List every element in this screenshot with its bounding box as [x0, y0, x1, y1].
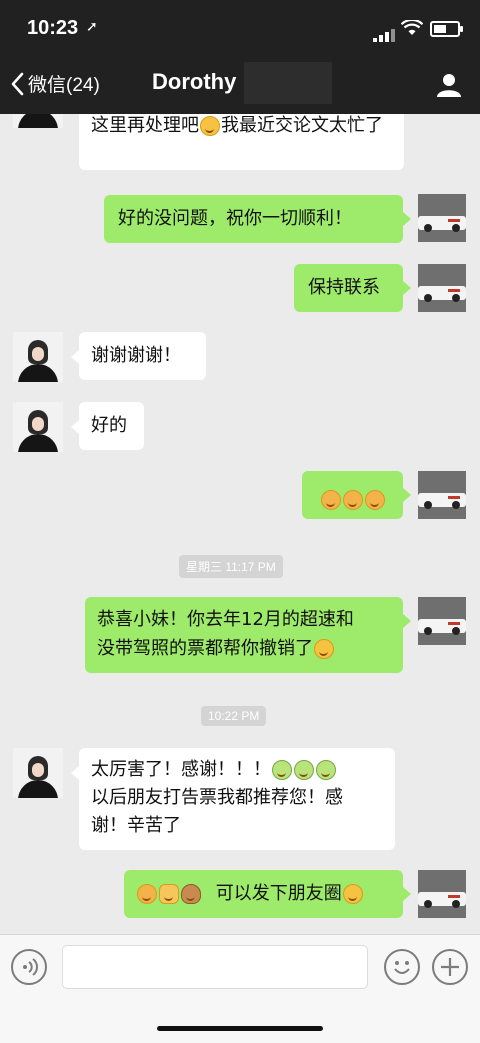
person-icon[interactable] — [436, 72, 462, 98]
status-time: 10:23 — [27, 17, 79, 39]
message-text: 保持联系 — [308, 277, 380, 298]
message-bubble-received[interactable]: 太厉害了！感谢！！！ 以后朋友打告票我都推荐您！感 谢！辛苦了 — [79, 748, 395, 850]
bow-emoji-icon — [137, 884, 157, 904]
voice-button[interactable] — [11, 949, 47, 985]
message-input[interactable] — [62, 945, 368, 989]
smile-emoji-icon — [342, 884, 363, 904]
message-bubble-sent[interactable]: 保持联系 — [294, 264, 403, 312]
poop-emoji-icon — [181, 884, 201, 904]
chevron-left-icon — [11, 72, 24, 95]
signal-icon — [373, 23, 397, 42]
avatar[interactable] — [418, 194, 466, 242]
chat-screen: 10:23 ➚ 微信(24) Dorothy 这里再处理吧 我最近交论文太忙了 … — [0, 0, 480, 1043]
message-text: 好的没问题，祝你一切顺利！ — [118, 208, 352, 229]
smile-emoji-icon — [314, 639, 334, 659]
message-text: 没带驾照的票都帮你撤销了 — [97, 638, 313, 659]
bubble-tail — [403, 212, 411, 226]
bubble-tail — [71, 350, 79, 364]
message-text: 谢！辛苦了 — [91, 815, 181, 836]
message-text: 恭喜小妹！你去年12月的超速和 — [97, 609, 354, 630]
laugh-emoji-icon — [200, 116, 220, 136]
redacted-area — [244, 62, 332, 104]
message-bubble-received[interactable]: 这里再处理吧 我最近交论文太忙了 — [79, 114, 404, 170]
input-bar — [0, 934, 480, 1043]
emoji-button[interactable] — [384, 949, 420, 985]
message-bubble-sent[interactable]: 可以发下朋友圈 — [124, 870, 403, 918]
header: 10:23 ➚ 微信(24) Dorothy — [0, 0, 480, 114]
thumbs-up-emoji-icon — [159, 884, 179, 904]
message-text: 谢谢谢谢！ — [91, 345, 181, 366]
voice-icon — [23, 958, 38, 976]
bubble-tail — [403, 614, 411, 628]
timestamp: 星期三 11:17 PM — [179, 555, 283, 578]
plus-button[interactable] — [432, 949, 468, 985]
avatar[interactable] — [418, 264, 466, 312]
avatar[interactable] — [13, 114, 63, 128]
avatar[interactable] — [418, 471, 466, 519]
bow-emoji-icon — [364, 490, 385, 510]
bow-emoji-icon — [320, 490, 341, 510]
chat-title: Dorothy — [152, 69, 237, 94]
money-face-emoji-icon — [316, 760, 336, 780]
message-bubble-sent[interactable]: 恭喜小妹！你去年12月的超速和 没带驾照的票都帮你撤销了 — [85, 597, 403, 673]
avatar[interactable] — [418, 597, 466, 645]
message-text: 这里再处理吧 — [91, 115, 199, 136]
avatar[interactable] — [13, 402, 63, 452]
message-bubble-received[interactable]: 谢谢谢谢！ — [79, 332, 206, 380]
avatar[interactable] — [13, 332, 63, 382]
back-label: 微信(24) — [28, 75, 100, 96]
back-button[interactable]: 微信(24) — [10, 70, 100, 97]
message-text: 好的 — [91, 415, 127, 436]
message-text: 以后朋友打告票我都推荐您！感 — [91, 787, 343, 808]
bow-emoji-icon — [342, 490, 363, 510]
battery-icon — [430, 21, 463, 37]
message-bubble-received[interactable]: 好的 — [79, 402, 144, 450]
status-bar: 10:23 ➚ — [0, 0, 480, 58]
emoji-icon — [394, 961, 410, 974]
nav-bar: 微信(24) Dorothy — [0, 58, 480, 114]
message-list: 这里再处理吧 我最近交论文太忙了 好的没问题，祝你一切顺利！ 保持联系 谢谢谢谢… — [0, 114, 480, 934]
message-bubble-sent[interactable] — [302, 471, 403, 519]
message-bubble-sent[interactable]: 好的没问题，祝你一切顺利！ — [104, 195, 403, 243]
message-text: 我最近交论文太忙了 — [221, 115, 383, 136]
avatar[interactable] — [13, 748, 63, 798]
bubble-tail — [403, 488, 411, 502]
wifi-icon — [401, 20, 423, 35]
bubble-tail — [71, 420, 79, 434]
money-face-emoji-icon — [272, 760, 292, 780]
money-face-emoji-icon — [294, 760, 314, 780]
bubble-tail — [403, 281, 411, 295]
plus-icon — [441, 958, 459, 976]
home-indicator — [157, 1026, 323, 1031]
bubble-tail — [71, 766, 79, 780]
location-arrow-icon: ➚ — [86, 19, 98, 35]
timestamp: 10:22 PM — [201, 706, 267, 726]
bubble-tail — [403, 887, 411, 901]
message-text: 可以发下朋友圈 — [215, 883, 342, 904]
message-text: 太厉害了！感谢！！！ — [91, 759, 271, 780]
avatar[interactable] — [418, 870, 466, 918]
